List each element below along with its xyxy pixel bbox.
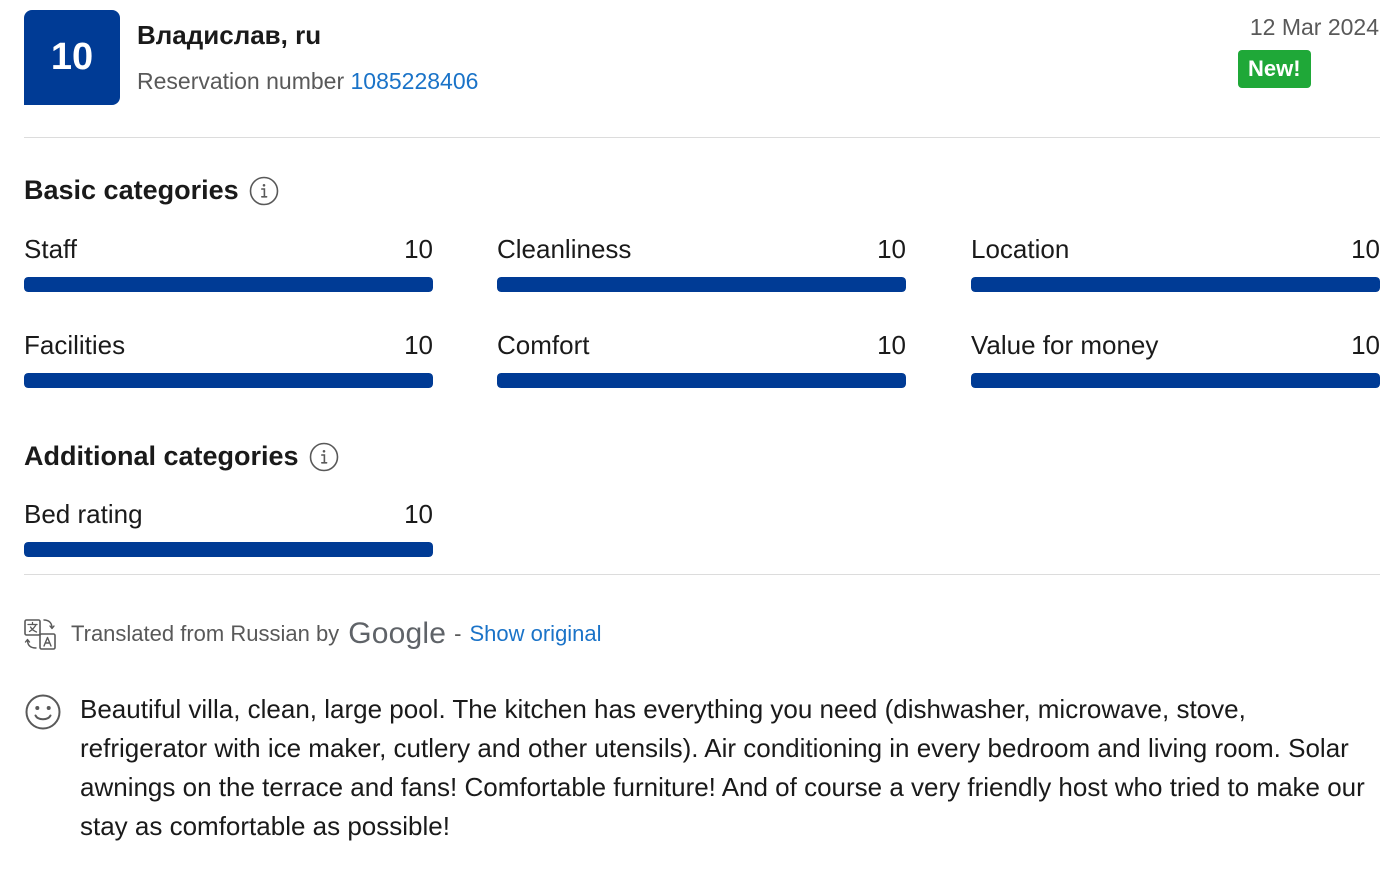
- basic-categories-title: Basic categories: [24, 175, 239, 205]
- category-bar: [24, 373, 433, 388]
- category-bar-fill: [971, 373, 1380, 388]
- category-bar-fill: [24, 373, 433, 388]
- category-label: Value for money: [971, 330, 1159, 360]
- category-bar-fill: [24, 542, 433, 557]
- category-label: Comfort: [497, 330, 590, 360]
- category-staff: Staff 10: [24, 233, 433, 292]
- category-value-for-money: Value for money 10: [971, 329, 1380, 388]
- category-facilities: Facilities 10: [24, 329, 433, 388]
- reservation-line: Reservation number 1085228406: [137, 68, 478, 95]
- category-bar: [971, 373, 1380, 388]
- smile-icon: [25, 694, 61, 730]
- category-cleanliness: Cleanliness 10: [497, 233, 906, 292]
- category-value: 10: [1351, 234, 1380, 264]
- category-value: 10: [1351, 330, 1380, 360]
- additional-categories-heading: Additional categories: [24, 441, 339, 472]
- category-bar: [24, 277, 433, 292]
- translation-prefix: Translated from Russian by: [71, 621, 340, 646]
- category-label: Facilities: [24, 330, 126, 360]
- category-bed-rating: Bed rating 10: [24, 498, 433, 557]
- show-original-link[interactable]: Show original: [469, 621, 601, 647]
- guest-name: Владислав, ru: [137, 20, 322, 50]
- category-bar-fill: [24, 277, 433, 292]
- info-icon[interactable]: [249, 176, 279, 206]
- new-badge: New!: [1238, 50, 1311, 88]
- category-label: Cleanliness: [497, 234, 632, 264]
- additional-categories-title: Additional categories: [24, 441, 299, 471]
- google-logo: Google: [348, 617, 447, 650]
- reservation-number-link[interactable]: 1085228406: [351, 68, 479, 94]
- category-comfort: Comfort 10: [497, 329, 906, 388]
- translation-separator: -: [454, 621, 462, 646]
- category-bar: [24, 542, 433, 557]
- review-date: 12 Mar 2024: [1249, 14, 1379, 40]
- review-text: Beautiful villa, clean, large pool. The …: [80, 694, 1365, 841]
- category-label: Location: [971, 234, 1070, 264]
- category-bar-fill: [497, 277, 906, 292]
- category-bar: [497, 373, 906, 388]
- category-value: 10: [877, 234, 906, 264]
- category-label: Staff: [24, 234, 78, 264]
- translate-icon: [24, 619, 56, 650]
- review-comment: Beautiful villa, clean, large pool. The …: [24, 690, 1380, 846]
- category-bar-fill: [497, 373, 906, 388]
- reservation-label: Reservation number: [137, 68, 345, 94]
- review-score-badge: 10: [24, 10, 120, 105]
- category-label: Bed rating: [24, 499, 143, 529]
- header-divider: [24, 137, 1380, 138]
- category-location: Location 10: [971, 233, 1380, 292]
- translation-line: Translated from Russian by Google - Show…: [24, 614, 602, 654]
- categories-divider: [24, 574, 1380, 575]
- category-value: 10: [404, 234, 433, 264]
- category-bar: [497, 277, 906, 292]
- category-value: 10: [404, 330, 433, 360]
- category-bar: [971, 277, 1380, 292]
- category-value: 10: [877, 330, 906, 360]
- basic-categories-heading: Basic categories: [24, 175, 279, 206]
- category-bar-fill: [971, 277, 1380, 292]
- info-icon[interactable]: [309, 442, 339, 472]
- category-value: 10: [404, 499, 433, 529]
